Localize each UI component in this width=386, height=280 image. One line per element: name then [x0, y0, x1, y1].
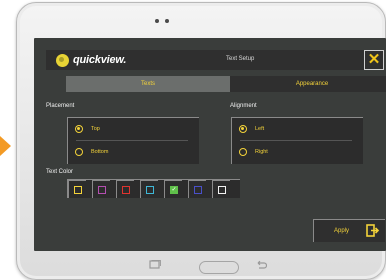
- swatch-box: [218, 186, 226, 194]
- placement-option-bottom[interactable]: Bottom: [75, 148, 108, 156]
- placement-label: Placement: [46, 103, 75, 109]
- divider: [76, 140, 188, 141]
- swatch-box: ✓: [170, 186, 178, 194]
- alignment-option-label: Right: [255, 149, 268, 155]
- apply-label: Apply: [334, 228, 350, 234]
- radio-empty-icon: [239, 148, 247, 156]
- swatch-box: [122, 186, 130, 194]
- radio-selected-icon: [239, 125, 247, 133]
- back-icon[interactable]: [255, 260, 267, 270]
- recent-apps-icon[interactable]: [149, 260, 161, 270]
- placement-option-label: Top: [91, 126, 100, 132]
- placement-option-top[interactable]: Top: [75, 125, 100, 133]
- tab-texts[interactable]: Texts: [66, 76, 230, 92]
- radio-empty-icon: [75, 148, 83, 156]
- swatch-box: [98, 186, 106, 194]
- page-title: Text Setup: [226, 56, 255, 62]
- alignment-label: Alignment: [230, 103, 257, 109]
- color-swatch-red[interactable]: [116, 180, 134, 198]
- close-icon: ✕: [367, 51, 381, 68]
- color-swatch-white[interactable]: [212, 180, 230, 198]
- brand-name: quickview.: [73, 54, 127, 66]
- placement-option-label: Bottom: [91, 149, 109, 155]
- brand-logo: quickview.: [56, 53, 126, 67]
- camera-dot: [155, 19, 159, 23]
- swatch-box: [74, 186, 82, 194]
- alignment-option-right[interactable]: Right: [239, 148, 268, 156]
- alignment-option-label: Left: [255, 126, 265, 132]
- divider: [240, 140, 352, 141]
- tablet-frame: quickview. Text Setup ✕ Texts Appearance…: [16, 2, 386, 280]
- radio-selected-icon: [75, 125, 83, 133]
- home-button[interactable]: [199, 261, 239, 274]
- swatch-box: [146, 186, 154, 194]
- exit-icon: [366, 224, 380, 237]
- close-button[interactable]: ✕: [364, 50, 384, 70]
- color-swatch-row: ✓: [67, 179, 240, 198]
- checkmark-icon: ✓: [171, 187, 177, 193]
- logo-mark-icon: [56, 53, 69, 67]
- indicator-arrow: [0, 136, 11, 156]
- title-bar: quickview. Text Setup ✕: [46, 50, 384, 70]
- text-color-label: Text Color: [46, 169, 74, 175]
- placement-panel: Top Bottom: [67, 117, 199, 164]
- sensor-dot: [165, 19, 169, 23]
- alignment-option-left[interactable]: Left: [239, 125, 264, 133]
- app-screen: quickview. Text Setup ✕ Texts Appearance…: [34, 38, 386, 251]
- color-swatch-purple[interactable]: [92, 180, 110, 198]
- apply-button[interactable]: Apply: [313, 219, 385, 242]
- color-swatch-blue[interactable]: [188, 180, 206, 198]
- color-swatch-yellow[interactable]: [68, 180, 86, 198]
- color-swatch-green[interactable]: ✓: [164, 180, 182, 198]
- swatch-box: [194, 186, 202, 194]
- alignment-panel: Left Right: [231, 117, 363, 164]
- color-swatch-cyan[interactable]: [140, 180, 158, 198]
- tab-appearance[interactable]: Appearance: [230, 76, 386, 92]
